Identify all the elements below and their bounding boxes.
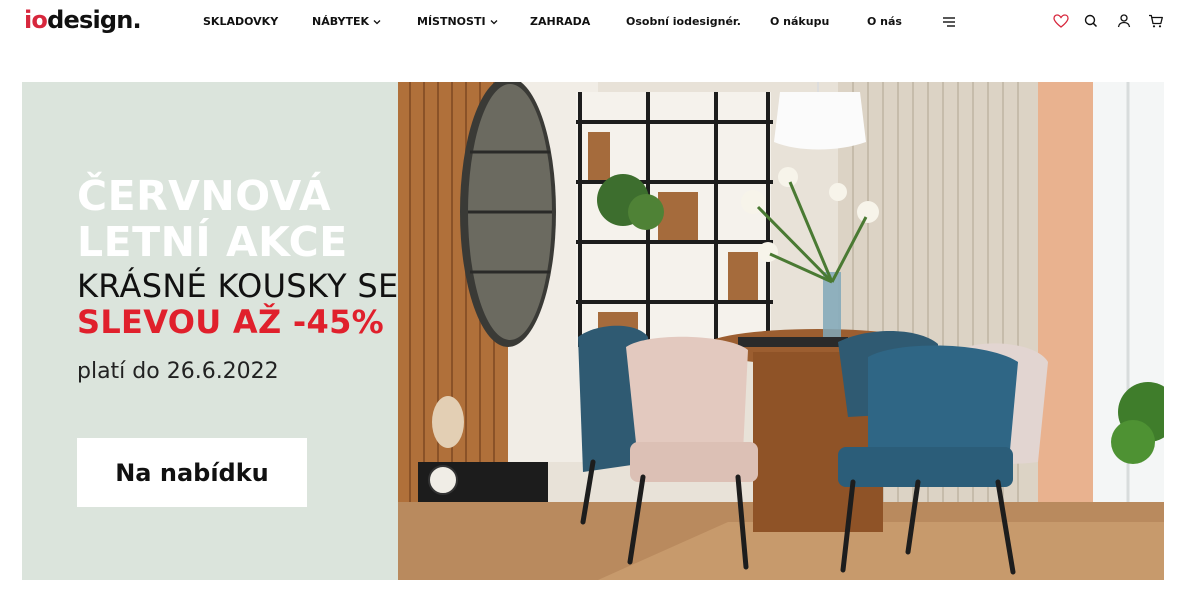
banner-discount-text: SLEVOU AŽ -45% (77, 303, 385, 341)
hamburger-menu-icon[interactable] (942, 14, 956, 30)
nav-item-label: ZAHRADA (530, 15, 591, 28)
banner-validity-text: platí do 26.6.2022 (77, 359, 279, 384)
cart-icon[interactable] (1148, 13, 1164, 29)
nav-item-label: O nás (867, 15, 902, 28)
nav-item-o-nas[interactable]: O nás (867, 14, 902, 30)
nav-item-nabytek[interactable]: NÁBYTEK (312, 14, 383, 30)
logo-design: design. (47, 6, 142, 34)
nav-item-o-nakupu[interactable]: O nákupu (770, 14, 829, 30)
nav-item-osobni-iodesigner[interactable]: Osobní iodesignér. (626, 14, 741, 30)
search-icon[interactable] (1083, 13, 1099, 29)
nav-item-label: MÍSTNOSTI (417, 15, 486, 28)
nav-item-label: O nákupu (770, 15, 830, 28)
nav-item-label: SKLADOVKY (203, 15, 279, 28)
banner-title-line1: ČERVNOVÁ (77, 172, 332, 220)
nav-item-zahrada[interactable]: ZAHRADA (530, 14, 590, 30)
chevron-down-icon (490, 19, 500, 25)
offer-cta-button[interactable]: Na nabídku (77, 438, 307, 507)
offer-cta-label: Na nabídku (115, 458, 269, 487)
banner-subtitle-line1: KRÁSNÉ KOUSKY SE (77, 267, 399, 305)
user-icon[interactable] (1116, 13, 1132, 29)
logo-io: io (24, 6, 48, 34)
banner-title-line2: LETNÍ AKCE (77, 218, 348, 266)
dining-room-photo (398, 82, 1164, 580)
site-header: iodesign. SKLADOVKY NÁBYTEK MÍSTNOSTI ZA… (0, 0, 1200, 44)
nav-item-label: NÁBYTEK (312, 15, 370, 28)
heart-icon[interactable] (1053, 13, 1069, 29)
nav-item-mistnosti[interactable]: MÍSTNOSTI (417, 14, 500, 30)
nav-item-label: Osobní iodesignér. (626, 15, 741, 28)
chevron-down-icon (373, 19, 383, 25)
site-logo[interactable]: iodesign. (24, 6, 142, 34)
nav-item-skladovky[interactable]: SKLADOVKY (203, 14, 278, 30)
promo-banner[interactable]: ČERVNOVÁ LETNÍ AKCE KRÁSNÉ KOUSKY SE SLE… (22, 82, 1164, 580)
